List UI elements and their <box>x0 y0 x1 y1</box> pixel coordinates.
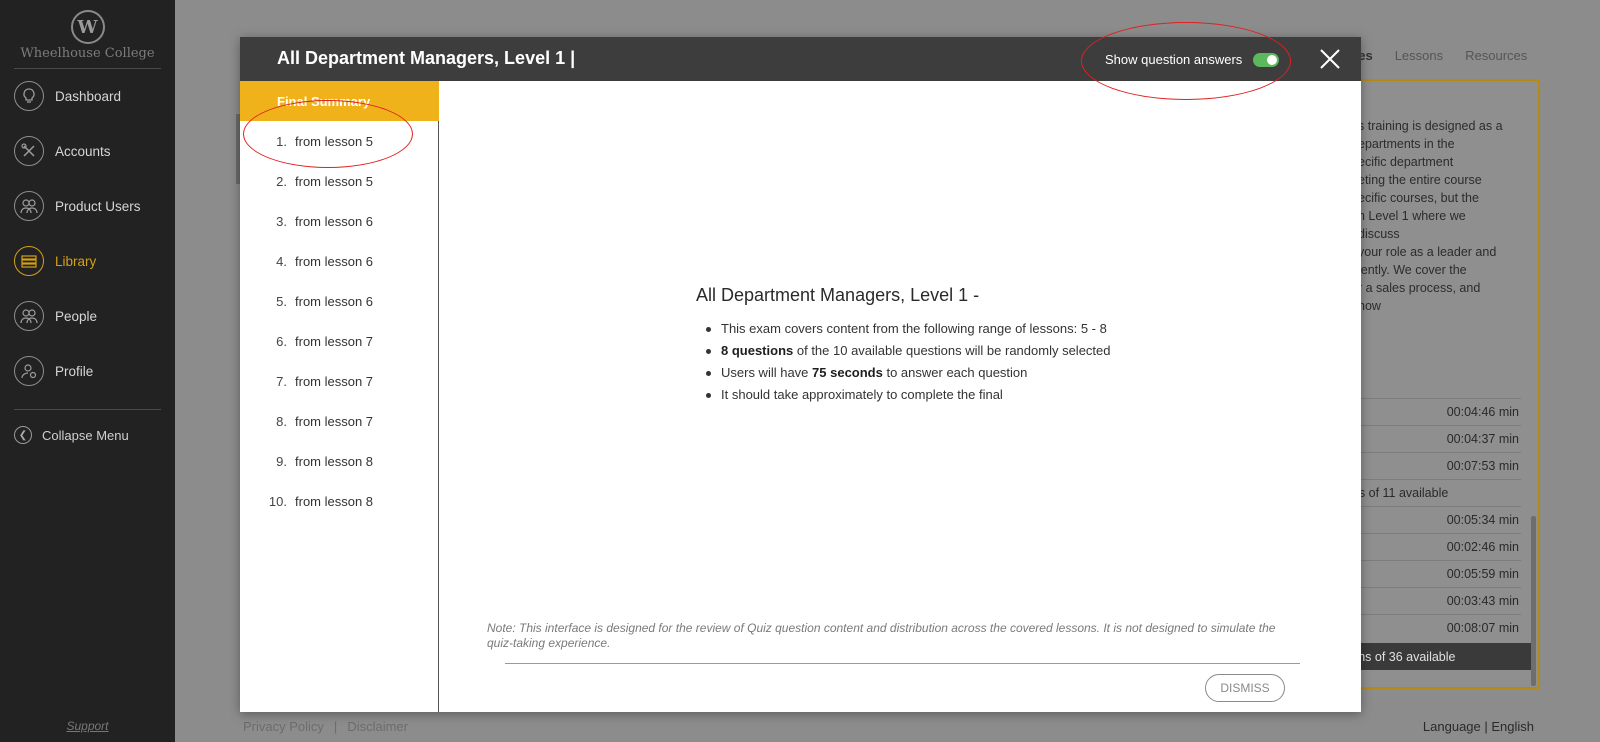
sidebar-item-people[interactable]: People <box>14 299 97 333</box>
collapse-menu-label: Collapse Menu <box>42 427 129 443</box>
note-divider <box>505 663 1300 664</box>
collapse-menu-button[interactable]: ❮ Collapse Menu <box>14 426 129 444</box>
sidebar-item-label: Product Users <box>55 198 141 214</box>
question-list: Final Summary 1. from lesson 5 2. from les… <box>240 81 439 712</box>
wheelhouse-logo-icon: W <box>70 10 105 44</box>
sidebar-item-profile[interactable]: Profile <box>14 354 93 388</box>
question-item[interactable]: 4. from lesson 6 <box>240 241 439 281</box>
sidebar-item-label: People <box>55 308 98 324</box>
show-answers-toggle[interactable] <box>1253 52 1280 67</box>
summary-bullet: 8 questions of the 10 available question… <box>704 340 1111 362</box>
modal-header: All Department Managers, Level 1 | Show … <box>240 37 1361 81</box>
footer-links: Privacy Policy | Disclaimer <box>243 719 408 734</box>
sidebar-divider <box>14 68 161 69</box>
summary-bullet: Users will have 75 seconds to answer eac… <box>704 362 1111 384</box>
background-tabs: urses Lessons Resources <box>1338 48 1527 63</box>
toggle-knob <box>1267 54 1278 65</box>
sidebar-item-library[interactable]: Library <box>14 244 96 278</box>
question-item[interactable]: 7. from lesson 7 <box>240 361 439 401</box>
question-item[interactable]: 10. from lesson 8 <box>240 481 439 521</box>
table-row: 00:04:37 min <box>1345 425 1521 452</box>
summary-details: This exam covers content from the follow… <box>704 318 1111 406</box>
disclaimer-link[interactable]: Disclaimer <box>347 719 408 734</box>
question-item[interactable]: 9. from lesson 8 <box>240 441 439 481</box>
table-row: 00:07:53 min <box>1345 452 1521 479</box>
language-selector[interactable]: Language | English <box>1423 719 1534 734</box>
summary-bullet: This exam covers content from the follow… <box>704 318 1111 340</box>
summary-heading: All Department Managers, Level 1 - <box>696 285 980 305</box>
table-row: 00:08:07 min <box>1345 614 1521 641</box>
chevron-left-icon: ❮ <box>14 426 32 444</box>
review-note: Note: This interface is designed for the… <box>487 621 1276 650</box>
table-row: 00:02:46 min <box>1345 533 1521 560</box>
question-item[interactable]: 6. from lesson 7 <box>240 321 439 361</box>
profile-icon <box>14 356 44 386</box>
sidebar-item-label: Profile <box>55 363 94 379</box>
question-item[interactable]: 2. from lesson 5 <box>240 161 439 201</box>
table-row: 00:03:43 min <box>1345 587 1521 614</box>
question-item[interactable]: 8. from lesson 7 <box>240 401 439 441</box>
sidebar: W Wheelhouse College Dashboard Accounts … <box>0 0 175 742</box>
close-icon[interactable] <box>1318 47 1342 71</box>
table-row: 00:05:34 min <box>1345 506 1521 533</box>
logo-text: Wheelhouse College <box>20 46 155 61</box>
sidebar-item-dashboard[interactable]: Dashboard <box>14 79 121 113</box>
sidebar-item-product-users[interactable]: Product Users <box>14 189 141 223</box>
books-icon <box>14 246 44 276</box>
sidebar-item-accounts[interactable]: Accounts <box>14 134 111 168</box>
tab-lessons[interactable]: Lessons <box>1395 48 1443 63</box>
sidebar-divider <box>14 409 161 410</box>
sidebar-item-label: Dashboard <box>55 88 122 104</box>
privacy-policy-link[interactable]: Privacy Policy <box>243 719 324 734</box>
quiz-review-modal: All Department Managers, Level 1 | Show … <box>240 37 1361 712</box>
question-item[interactable]: 5. from lesson 6 <box>240 281 439 321</box>
question-item[interactable]: 3. from lesson 6 <box>240 201 439 241</box>
logo: W Wheelhouse College <box>0 10 175 61</box>
sidebar-item-label: Library <box>55 253 97 269</box>
tools-icon <box>14 136 44 166</box>
background-scrollbar[interactable] <box>1531 516 1536 686</box>
final-summary-item[interactable]: Final Summary <box>240 81 439 121</box>
users-icon <box>14 191 44 221</box>
table-row: ons of 11 available <box>1345 479 1521 506</box>
modal-title: All Department Managers, Level 1 | <box>277 48 576 68</box>
sidebar-item-label: Accounts <box>55 143 111 159</box>
show-answers-label: Show question answers <box>1105 52 1243 67</box>
dismiss-button[interactable]: DISMISS <box>1205 674 1285 702</box>
table-row: 00:04:46 min <box>1345 398 1521 425</box>
support-link[interactable]: Support <box>0 719 175 733</box>
show-answers-toggle-group: Show question answers <box>1105 52 1280 67</box>
background-summary-row: tions of 36 available <box>1345 643 1531 670</box>
lightbulb-icon <box>14 81 44 111</box>
summary-bullet: It should take approximately to complete… <box>704 384 1111 406</box>
question-item[interactable]: 1. from lesson 5 <box>240 121 439 161</box>
tab-resources[interactable]: Resources <box>1465 48 1527 63</box>
people-icon <box>14 301 44 331</box>
background-description: s training is designed as a epartments i… <box>1358 119 1503 313</box>
table-row: eo00:05:59 min <box>1345 560 1521 587</box>
footer-separator: | <box>333 719 338 734</box>
